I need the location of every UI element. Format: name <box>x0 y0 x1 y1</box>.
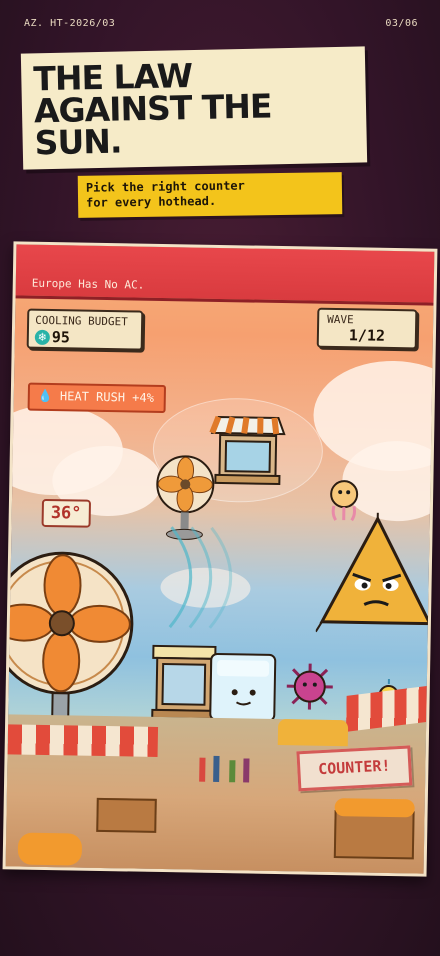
yellow-umbrella <box>277 719 349 747</box>
heat-rush-label: HEAT RUSH +4% <box>59 389 155 405</box>
ice-block-unit[interactable] <box>206 648 281 729</box>
heat-rush-badge: 💧 HEAT RUSH +4% <box>27 382 167 414</box>
headline-title: THE LAW AGAINST THE SUN. <box>32 56 272 163</box>
game-banner: Europe Has No AC. <box>15 244 435 306</box>
headline-subtitle: Pick the right counter for every hothead… <box>85 178 245 210</box>
wind-gust <box>168 526 233 629</box>
triangle-sun-boss[interactable] <box>315 511 438 644</box>
counter-button[interactable]: COUNTER! <box>296 745 413 792</box>
cooling-budget-panel: COOLING BUDGET ❄ 95 <box>26 308 144 351</box>
oranges-right <box>334 798 415 818</box>
headline-card: THE LAW AGAINST THE SUN. <box>20 46 368 170</box>
banner-text: Europe Has No AC. <box>31 276 145 292</box>
crate-right <box>333 810 415 860</box>
jellyfish-sun-enemy[interactable] <box>322 478 367 523</box>
subtitle-card: Pick the right counter for every hothead… <box>77 172 343 218</box>
heat-drop-icon: 💧 <box>37 388 53 404</box>
wave-panel: WAVE 1/12 <box>316 307 418 350</box>
game-screen[interactable]: Europe Has No AC. COOLING BUDGET ❄ 95 WAV… <box>2 241 438 877</box>
spiky-virus-sun-enemy[interactable] <box>284 661 335 712</box>
cooling-budget-value: 95 <box>51 328 71 347</box>
page-number: 03/06 <box>385 18 418 29</box>
wave-label: WAVE <box>327 312 354 327</box>
orange-crate-left <box>17 832 83 866</box>
market-crowd <box>195 748 256 789</box>
wave-value: 1/12 <box>348 326 386 345</box>
crate-left-2 <box>96 797 157 833</box>
temperature-chip: 36° <box>41 498 91 528</box>
market-awning-left <box>7 724 159 757</box>
issue-code: AZ. HT-2026/03 <box>24 18 116 29</box>
snowflake-icon: ❄ <box>34 329 50 345</box>
